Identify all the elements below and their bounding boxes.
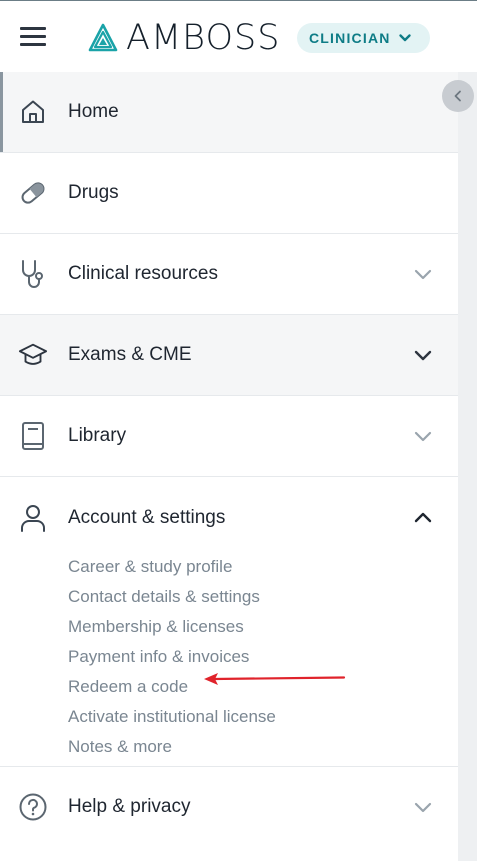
role-badge-label: CLINICIAN [309,30,391,46]
sidebar-item-label: Clinical resources [68,263,218,284]
sidebar-item-label: Drugs [68,182,119,203]
submenu-item-membership-licenses[interactable]: Membership & licenses [68,612,276,642]
sidebar-item-account-settings[interactable]: Account & settings [0,477,458,558]
sidebar-item-exams-cme[interactable]: Exams & CME [0,315,458,396]
submenu-item-career-study-profile[interactable]: Career & study profile [68,552,276,582]
sidebar-item-label: Exams & CME [68,344,192,365]
sidebar-item-label: Help & privacy [68,796,191,817]
chevron-up-icon[interactable] [412,507,434,529]
submenu-item-notes-more[interactable]: Notes & more [68,732,276,762]
submenu-item-contact-details[interactable]: Contact details & settings [68,582,276,612]
book-icon [18,421,48,451]
brand-name: AMBOSS [126,18,281,58]
sidebar-item-label: Library [68,425,127,446]
chevron-left-icon [454,90,461,102]
amboss-logo[interactable]: AMBOSS [88,18,288,58]
sidebar-rail [458,72,477,861]
amboss-logo-mark-icon [88,23,118,52]
sidebar-item-label: Home [68,101,119,122]
sidebar-item-clinical-resources[interactable]: Clinical resources [0,234,458,315]
top-bar: AMBOSS CLINICIAN [0,0,477,72]
stethoscope-icon [18,259,48,289]
hamburger-menu-icon[interactable] [20,27,46,47]
sidebar-item-drugs[interactable]: Drugs [0,153,458,234]
sidebar-item-library[interactable]: Library [0,396,458,477]
chevron-down-icon[interactable] [412,344,434,366]
annotation-arrow-icon [204,673,346,685]
account-submenu: Career & study profile Contact details &… [68,552,276,762]
home-icon [18,97,48,127]
chevron-down-icon[interactable] [412,425,434,447]
pill-icon [18,178,48,208]
submenu-item-activate-institutional-license[interactable]: Activate institutional license [68,702,276,732]
chevron-down-icon [398,34,411,42]
user-icon [18,503,48,533]
sidebar-item-home[interactable]: Home [0,72,458,153]
submenu-item-payment-invoices[interactable]: Payment info & invoices [68,642,276,672]
chevron-down-icon[interactable] [412,263,434,285]
sidebar-item-label: Account & settings [68,506,226,528]
role-selector-button[interactable]: CLINICIAN [297,23,430,53]
question-circle-icon [18,792,48,822]
sidebar-nav: Home Drugs Clinical resources Exams & CM… [0,72,458,847]
collapse-sidebar-button[interactable] [442,80,474,112]
sidebar-item-help-privacy[interactable]: Help & privacy [0,767,458,847]
chevron-down-icon[interactable] [412,796,434,818]
sidebar-section-account: Account & settings Career & study profil… [0,477,458,767]
graduation-cap-icon [18,340,48,370]
